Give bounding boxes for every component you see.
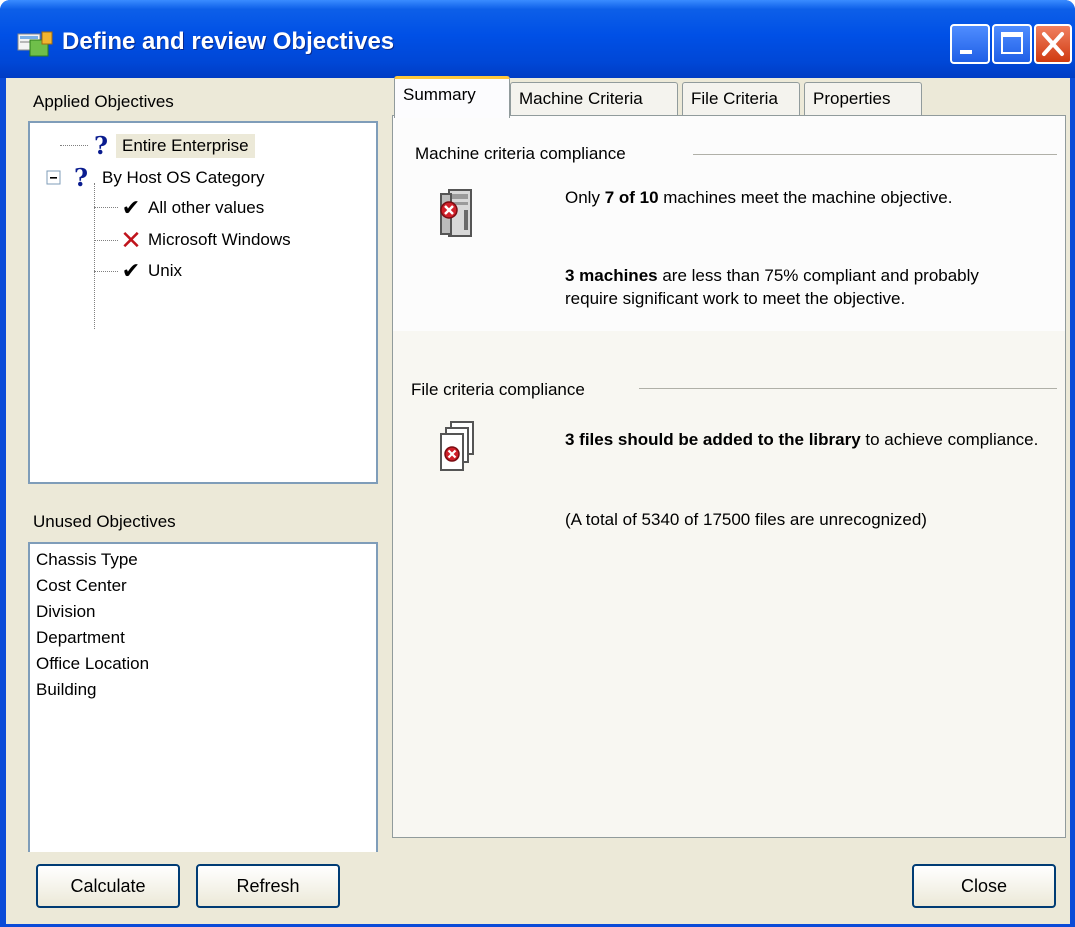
unused-objectives-label: Unused Objectives <box>33 512 176 531</box>
unused-objectives-list[interactable]: Chassis Type Cost Center Division Depart… <box>28 542 378 852</box>
machine-error-icon <box>440 189 472 237</box>
list-item[interactable]: Cost Center <box>36 576 127 596</box>
files-summary-text: 3 files should be added to the library t… <box>565 428 1045 451</box>
close-icon <box>1042 32 1064 56</box>
file-compliance-heading: File criteria compliance <box>411 380 585 399</box>
collapse-icon[interactable] <box>46 170 62 186</box>
minimize-button[interactable] <box>950 24 990 64</box>
machine-summary-text: Only 7 of 10 machines meet the machine o… <box>565 186 1035 209</box>
tree-line <box>94 271 118 272</box>
machines-meeting-count: 7 of 10 <box>604 188 659 207</box>
list-item[interactable]: Chassis Type <box>36 550 138 570</box>
tree-item-all-other-values[interactable]: ✔ All other values <box>118 193 264 223</box>
text-fragment: machines meet the machine objective. <box>658 188 953 207</box>
file-error-icon <box>440 421 474 471</box>
tree-item-by-host-os-category[interactable]: ? By Host OS Category <box>46 163 265 193</box>
text-fragment: to achieve compliance. <box>860 430 1039 449</box>
tab-machine-criteria[interactable]: Machine Criteria <box>510 82 678 118</box>
summary-panel: Machine criteria compliance Only 7 of 10… <box>392 115 1066 838</box>
applied-objectives-label: Applied Objectives <box>33 92 174 111</box>
tree-item-label: Unix <box>148 261 183 280</box>
close-button[interactable]: Close <box>912 864 1056 908</box>
close-window-button[interactable] <box>1034 24 1072 64</box>
list-item[interactable]: Department <box>36 628 125 648</box>
section-divider <box>693 154 1057 155</box>
tab-strip: Summary Machine Criteria File Criteria P… <box>394 76 994 118</box>
list-item[interactable]: Division <box>36 602 96 622</box>
tree-line <box>60 145 88 146</box>
check-icon: ✔ <box>121 195 141 220</box>
tree-item-label: By Host OS Category <box>102 168 265 187</box>
objectives-app-icon <box>17 31 53 57</box>
tab-properties[interactable]: Properties <box>804 82 922 118</box>
check-icon: ✔ <box>121 258 141 283</box>
machine-detail-text: 3 machines are less than 75% compliant a… <box>565 264 1035 310</box>
maximize-button[interactable] <box>992 24 1032 64</box>
question-icon: ? <box>73 163 89 192</box>
unrecognized-files-text: (A total of 5340 of 17500 files are unre… <box>565 510 927 529</box>
window-title: Define and review Objectives <box>62 28 395 55</box>
machines-low-compliance-count: 3 machines <box>565 266 658 285</box>
tree-item-label: Microsoft Windows <box>148 230 291 249</box>
files-to-add-text: 3 files should be added to the library <box>565 430 861 449</box>
machine-compliance-heading: Machine criteria compliance <box>415 144 626 163</box>
list-item[interactable]: Office Location <box>36 654 149 674</box>
tree-item-unix[interactable]: ✔ Unix <box>118 256 182 286</box>
applied-objectives-tree[interactable]: ? Entire Enterprise ? By Host OS Categor… <box>28 121 378 484</box>
tab-file-criteria[interactable]: File Criteria <box>682 82 800 118</box>
tree-item-label: All other values <box>148 198 265 217</box>
text-fragment: Only <box>565 188 605 207</box>
dialog-window: Define and review Objectives Applied Obj… <box>0 0 1075 927</box>
calculate-button[interactable]: Calculate <box>36 864 180 908</box>
tree-line <box>94 240 118 241</box>
section-divider <box>639 388 1057 389</box>
dialog-client-area: Applied Objectives ? Entire Enterprise ?… <box>6 76 1070 924</box>
tree-line <box>94 183 95 329</box>
maximize-icon <box>1001 32 1023 54</box>
title-bar[interactable]: Define and review Objectives <box>0 0 1075 78</box>
question-icon: ? <box>93 131 109 160</box>
tab-summary[interactable]: Summary <box>394 76 510 118</box>
tree-item-label: Entire Enterprise <box>116 134 255 158</box>
tree-item-microsoft-windows[interactable]: ✕ Microsoft Windows <box>118 225 291 255</box>
tree-line <box>94 207 118 208</box>
tree-item-entire-enterprise[interactable]: ? Entire Enterprise <box>88 131 255 161</box>
cross-icon: ✕ <box>120 225 142 255</box>
refresh-button[interactable]: Refresh <box>196 864 340 908</box>
list-item[interactable]: Building <box>36 680 97 700</box>
minimize-icon <box>960 50 972 54</box>
